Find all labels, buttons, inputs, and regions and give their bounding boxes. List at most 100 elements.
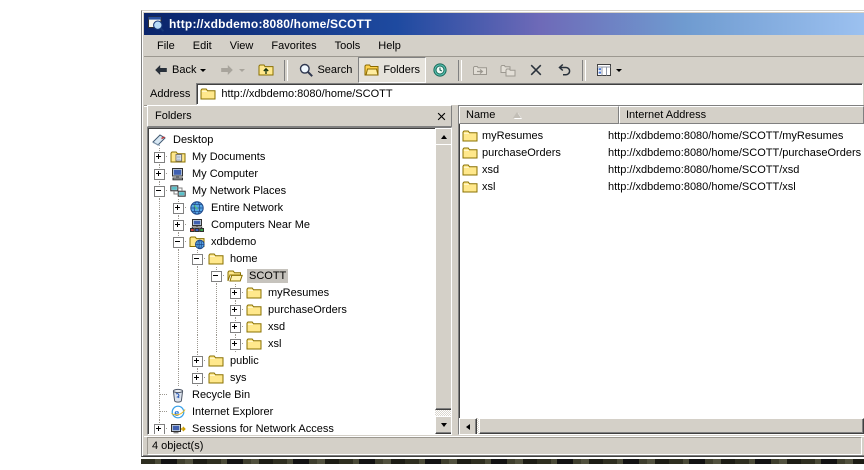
tree-item-label[interactable]: Entire Network bbox=[209, 201, 285, 215]
scroll-left-button[interactable] bbox=[459, 418, 477, 435]
tree-vertical-scrollbar[interactable] bbox=[435, 128, 451, 434]
file-name[interactable]: xsl bbox=[482, 181, 495, 193]
delete-icon bbox=[528, 62, 544, 78]
file-name[interactable]: myResumes bbox=[482, 130, 543, 142]
tree-guide-line bbox=[188, 284, 207, 301]
tree-guide-line bbox=[169, 233, 188, 250]
forward-button[interactable] bbox=[213, 57, 252, 83]
tree-item-recycle-bin: Recycle Bin bbox=[148, 386, 435, 403]
list-item-xsl[interactable]: xslhttp://xdbdemo:8080/home/SCOTT/xsl bbox=[459, 178, 864, 195]
close-folders-button[interactable] bbox=[433, 109, 449, 123]
tree-item-label[interactable]: myResumes bbox=[266, 286, 331, 300]
tree-item-label[interactable]: My Network Places bbox=[190, 184, 288, 198]
column-header-internet-address[interactable]: Internet Address bbox=[619, 106, 864, 124]
title-bar[interactable]: http://xdbdemo:8080/home/SCOTT bbox=[144, 13, 864, 35]
expand-icon[interactable] bbox=[173, 203, 184, 214]
menu-help[interactable]: Help bbox=[369, 37, 410, 55]
tree-guide-line bbox=[226, 318, 245, 335]
expand-icon[interactable] bbox=[230, 305, 241, 316]
collapse-icon[interactable] bbox=[192, 254, 203, 265]
tree-item-label[interactable]: home bbox=[228, 252, 260, 266]
tree-item-label[interactable]: xsl bbox=[266, 337, 283, 351]
move-to-icon bbox=[472, 62, 488, 78]
undo-button[interactable] bbox=[550, 57, 578, 83]
views-button[interactable] bbox=[590, 57, 629, 83]
collapse-icon[interactable] bbox=[154, 186, 165, 197]
tree-item-my-computer: My Computer bbox=[148, 165, 435, 182]
scroll-down-button[interactable] bbox=[435, 416, 452, 434]
expand-icon[interactable] bbox=[230, 339, 241, 350]
up-button[interactable] bbox=[252, 57, 280, 83]
menu-view[interactable]: View bbox=[221, 37, 263, 55]
column-header-name[interactable]: Name bbox=[459, 106, 619, 124]
tree-item-label[interactable]: Desktop bbox=[171, 133, 215, 147]
file-name[interactable]: xsd bbox=[482, 164, 499, 176]
tree-guide-line bbox=[207, 335, 226, 352]
tree-item-label[interactable]: Sessions for Network Access bbox=[190, 422, 336, 435]
back-dropdown-icon[interactable] bbox=[200, 69, 206, 72]
views-dropdown-icon[interactable] bbox=[616, 69, 622, 72]
tree-item-label[interactable]: SCOTT bbox=[247, 269, 288, 283]
tree-item-label[interactable]: My Documents bbox=[190, 150, 267, 164]
list-horizontal-scrollbar[interactable] bbox=[459, 418, 864, 434]
folders-button[interactable]: Folders bbox=[358, 57, 426, 83]
expand-icon[interactable] bbox=[154, 152, 165, 163]
search-button[interactable]: Search bbox=[292, 57, 358, 83]
expand-icon[interactable] bbox=[154, 169, 165, 180]
menu-file[interactable]: File bbox=[148, 37, 184, 55]
address-input[interactable]: http://xdbdemo:8080/home/SCOTT bbox=[196, 83, 863, 105]
delete-button[interactable] bbox=[522, 57, 550, 83]
scrollbar-thumb[interactable] bbox=[479, 418, 864, 434]
menu-favorites[interactable]: Favorites bbox=[262, 37, 325, 55]
folder-icon bbox=[246, 285, 262, 301]
tree-item-label[interactable]: xsd bbox=[266, 320, 287, 334]
menu-tools[interactable]: Tools bbox=[326, 37, 370, 55]
tree-guide-line bbox=[150, 199, 169, 216]
collapse-icon[interactable] bbox=[211, 271, 222, 282]
expand-icon[interactable] bbox=[173, 220, 184, 231]
taskbar-edge bbox=[141, 459, 864, 464]
tree-guide-line bbox=[150, 165, 169, 182]
move-to-button[interactable] bbox=[466, 57, 494, 83]
copy-to-button[interactable] bbox=[494, 57, 522, 83]
forward-dropdown-icon[interactable] bbox=[239, 69, 245, 72]
tree-item-label[interactable]: My Computer bbox=[190, 167, 260, 181]
tree-item-label[interactable]: Computers Near Me bbox=[209, 218, 312, 232]
file-name[interactable]: purchaseOrders bbox=[482, 147, 561, 159]
expand-icon[interactable] bbox=[192, 373, 203, 384]
recycle-bin-icon bbox=[170, 387, 186, 403]
list-item-xsd[interactable]: xsdhttp://xdbdemo:8080/home/SCOTT/xsd bbox=[459, 161, 864, 178]
computer-icon bbox=[170, 166, 186, 182]
forward-icon bbox=[219, 62, 235, 78]
address-bar: Address http://xdbdemo:8080/home/SCOTT bbox=[144, 83, 864, 106]
folders-panel-header: Folders bbox=[147, 105, 452, 127]
tree-guide-line bbox=[150, 233, 169, 250]
tree-item-label[interactable]: purchaseOrders bbox=[266, 303, 349, 317]
file-list: myResumeshttp://xdbdemo:8080/home/SCOTT/… bbox=[459, 124, 864, 418]
tree-item-label[interactable]: Internet Explorer bbox=[190, 405, 275, 419]
expand-icon[interactable] bbox=[154, 424, 165, 434]
history-button[interactable] bbox=[426, 57, 454, 83]
scrollbar-thumb[interactable] bbox=[435, 144, 452, 410]
expand-icon[interactable] bbox=[230, 288, 241, 299]
tree-item-label[interactable]: Recycle Bin bbox=[190, 388, 252, 402]
menu-edit[interactable]: Edit bbox=[184, 37, 221, 55]
list-item-purchaseorders[interactable]: purchaseOrdershttp://xdbdemo:8080/home/S… bbox=[459, 144, 864, 161]
list-item-myresumes[interactable]: myResumeshttp://xdbdemo:8080/home/SCOTT/… bbox=[459, 127, 864, 144]
back-button[interactable]: Back bbox=[147, 57, 213, 83]
tree-item-sessions-for-network-access: Sessions for Network Access bbox=[148, 420, 435, 434]
tree-item-internet-explorer: eInternet Explorer bbox=[148, 403, 435, 420]
tree-item-desktop: Desktop bbox=[148, 131, 435, 148]
tree-item-label[interactable]: sys bbox=[228, 371, 249, 385]
tree-item-label[interactable]: public bbox=[228, 354, 261, 368]
tree-guide-line bbox=[169, 318, 188, 335]
folder-documents-icon bbox=[170, 149, 186, 165]
expand-icon[interactable] bbox=[192, 356, 203, 367]
collapse-icon[interactable] bbox=[173, 237, 184, 248]
menu-bar: FileEditViewFavoritesToolsHelp bbox=[144, 35, 864, 57]
tree-item-label[interactable]: xdbdemo bbox=[209, 235, 258, 249]
tree-item-purchaseorders: purchaseOrders bbox=[148, 301, 435, 318]
folders-label: Folders bbox=[383, 64, 420, 76]
tree-guide-line bbox=[169, 250, 188, 267]
expand-icon[interactable] bbox=[230, 322, 241, 333]
